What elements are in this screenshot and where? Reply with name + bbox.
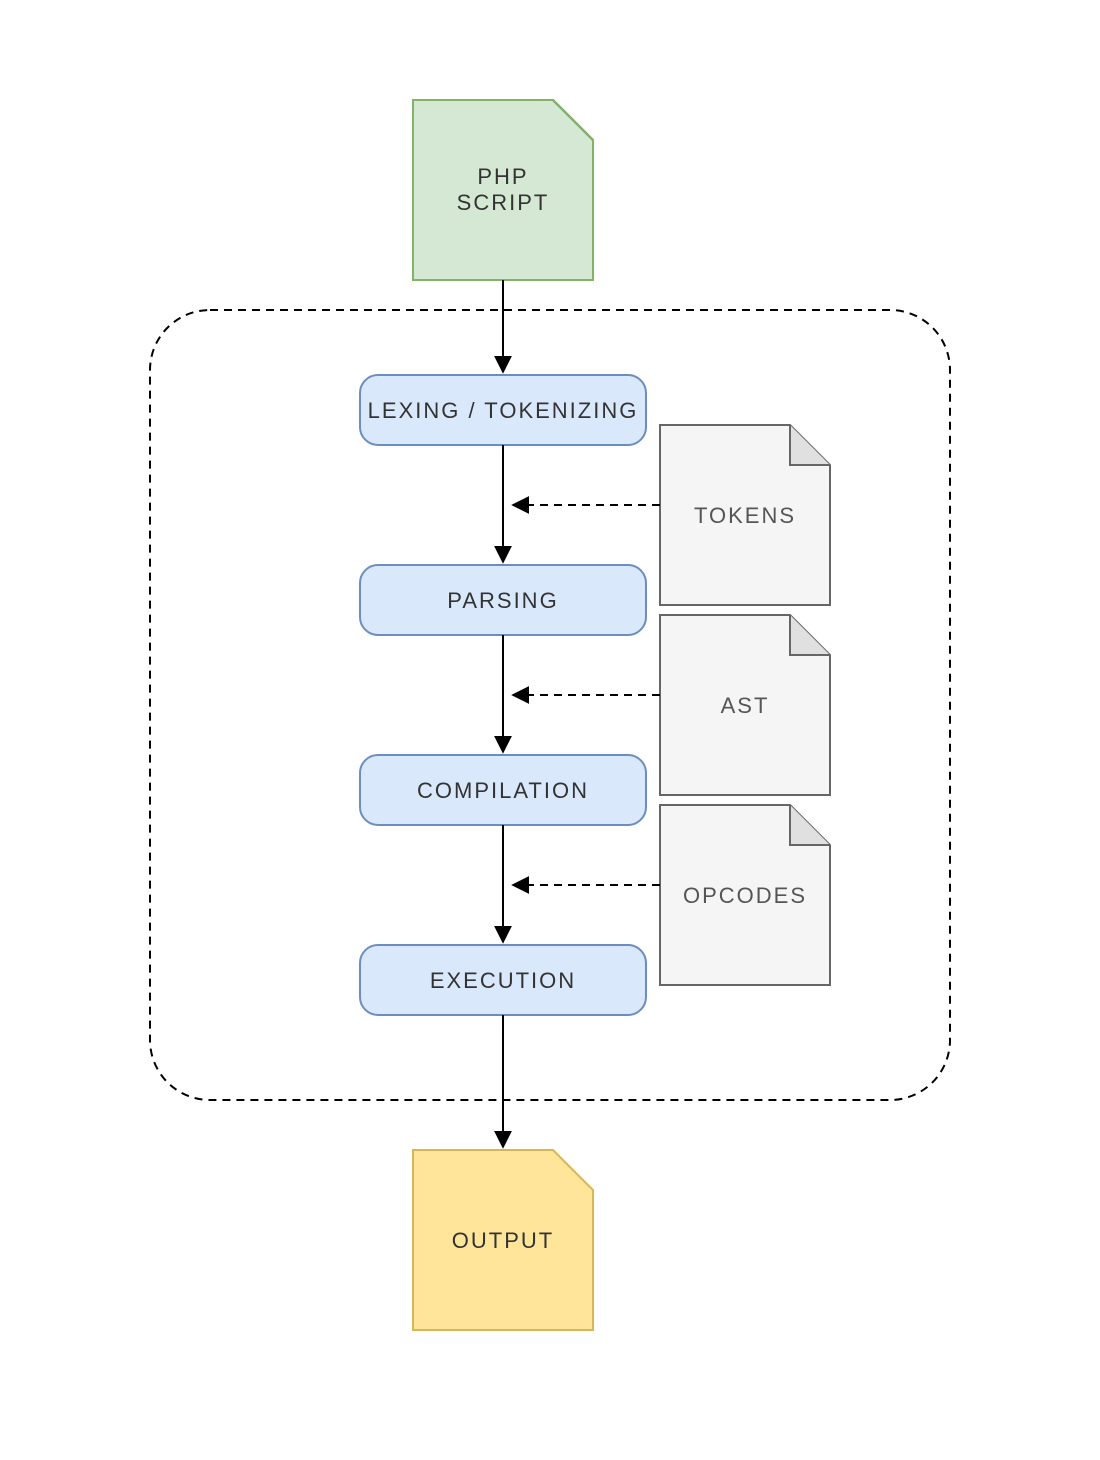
php-script-label-1: PHP [477, 164, 528, 189]
node-ast: AST [660, 615, 830, 795]
tokens-label: TOKENS [694, 503, 796, 528]
execution-label: EXECUTION [430, 968, 576, 993]
php-script-label-2: SCRIPT [457, 190, 550, 215]
node-compilation: COMPILATION [360, 755, 646, 825]
lexing-label: LEXING / TOKENIZING [368, 398, 639, 423]
node-lexing: LEXING / TOKENIZING [360, 375, 646, 445]
parsing-label: PARSING [447, 588, 558, 613]
opcodes-label: OPCODES [683, 883, 807, 908]
node-php-script: PHP SCRIPT [413, 100, 593, 280]
node-execution: EXECUTION [360, 945, 646, 1015]
node-tokens: TOKENS [660, 425, 830, 605]
ast-label: AST [721, 693, 770, 718]
compilation-label: COMPILATION [417, 778, 589, 803]
node-parsing: PARSING [360, 565, 646, 635]
node-opcodes: OPCODES [660, 805, 830, 985]
output-label: OUTPUT [452, 1228, 554, 1253]
node-output: OUTPUT [413, 1150, 593, 1330]
php-execution-diagram: PHP SCRIPT LEXING / TOKENIZING PARSING C… [0, 0, 1100, 1460]
